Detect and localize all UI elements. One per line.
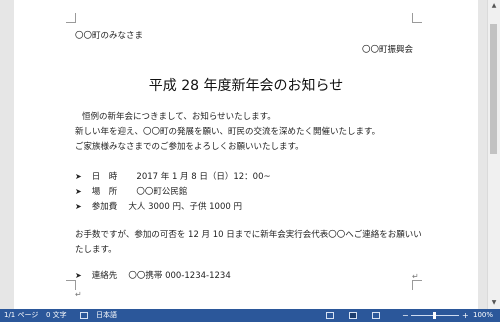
notice-line-2: たします。 [75, 245, 117, 255]
zoom-in-button[interactable]: + [462, 309, 469, 322]
detail-value: 2017 年 1 月 8 日（日）12：00~ [136, 172, 271, 182]
contact-value: 〇〇携帯 000-1234-1234 [128, 271, 231, 281]
recipient-line: 〇〇町のみなさま [75, 31, 144, 41]
detail-label: 日 時 [91, 172, 118, 182]
document-title: 平成 28 年度新年会のお知らせ [148, 78, 344, 94]
contact-line: ➤ 連絡先 〇〇携帯 000-1234-1234 [75, 270, 231, 282]
detail-label: 場 所 [91, 187, 118, 197]
detail-label: 参加費 [91, 202, 118, 212]
vertical-scrollbar[interactable]: ▲ ▼ [487, 0, 500, 309]
language-indicator[interactable]: 日本語 [96, 309, 117, 322]
bullet-arrow-icon: ➤ [75, 172, 82, 181]
web-layout-icon[interactable] [372, 312, 380, 319]
body-line-3: ご家族様みなさまでのご参加をよろしくお願いいたします。 [75, 142, 304, 152]
detail-datetime: ➤ 日 時 2017 年 1 月 8 日（日）12：00~ [75, 171, 271, 183]
contact-label: 連絡先 [91, 271, 118, 281]
bullet-arrow-icon: ➤ [75, 202, 82, 211]
status-bar: 1/1 ページ 0 文字 日本語 − + 100% [0, 309, 500, 322]
proofing-icon[interactable] [80, 312, 88, 319]
scroll-down-icon[interactable]: ▼ [488, 297, 500, 309]
document-page[interactable]: 〇〇町のみなさま 〇〇町振興会 平成 28 年度新年会のお知らせ 恒例の新年会に… [14, 0, 478, 309]
word-count[interactable]: 0 文字 [46, 309, 67, 322]
body-line-2: 新しい年を迎え、〇〇町の発展を願い、町民の交流を深めたく開催いたします。 [75, 127, 381, 137]
detail-value: 〇〇町公民館 [136, 187, 188, 197]
print-layout-icon[interactable] [349, 312, 357, 319]
margin-corner-top-right [412, 13, 422, 23]
paragraph-mark-icon: ↵ [75, 290, 82, 299]
sender-line: 〇〇町振興会 [362, 45, 414, 55]
margin-corner-bottom-right [412, 280, 422, 290]
zoom-level[interactable]: 100% [473, 309, 493, 322]
bullet-arrow-icon: ➤ [75, 271, 82, 280]
scroll-up-icon[interactable]: ▲ [488, 0, 500, 12]
zoom-out-button[interactable]: − [402, 309, 409, 322]
detail-place: ➤ 場 所 〇〇町公民館 [75, 186, 187, 198]
body-line-1: 恒例の新年会につきまして、お知らせいたします。 [82, 112, 276, 122]
notice-line-1: お手数ですが、参加の可否を 12 月 10 日までに新年会実行会代表〇〇へご連絡… [75, 230, 422, 240]
detail-value: 大人 3000 円、子供 1000 円 [128, 202, 242, 212]
document-workspace: 〇〇町のみなさま 〇〇町振興会 平成 28 年度新年会のお知らせ 恒例の新年会に… [0, 0, 488, 309]
page-count[interactable]: 1/1 ページ [4, 309, 38, 322]
read-mode-icon[interactable] [326, 312, 334, 319]
paragraph-mark-icon: ↵ [412, 272, 419, 281]
zoom-slider-thumb[interactable] [433, 312, 436, 319]
scrollbar-thumb[interactable] [490, 24, 497, 154]
bullet-arrow-icon: ➤ [75, 187, 82, 196]
detail-fee: ➤ 参加費 大人 3000 円、子供 1000 円 [75, 201, 242, 213]
margin-corner-top-left [66, 13, 76, 23]
